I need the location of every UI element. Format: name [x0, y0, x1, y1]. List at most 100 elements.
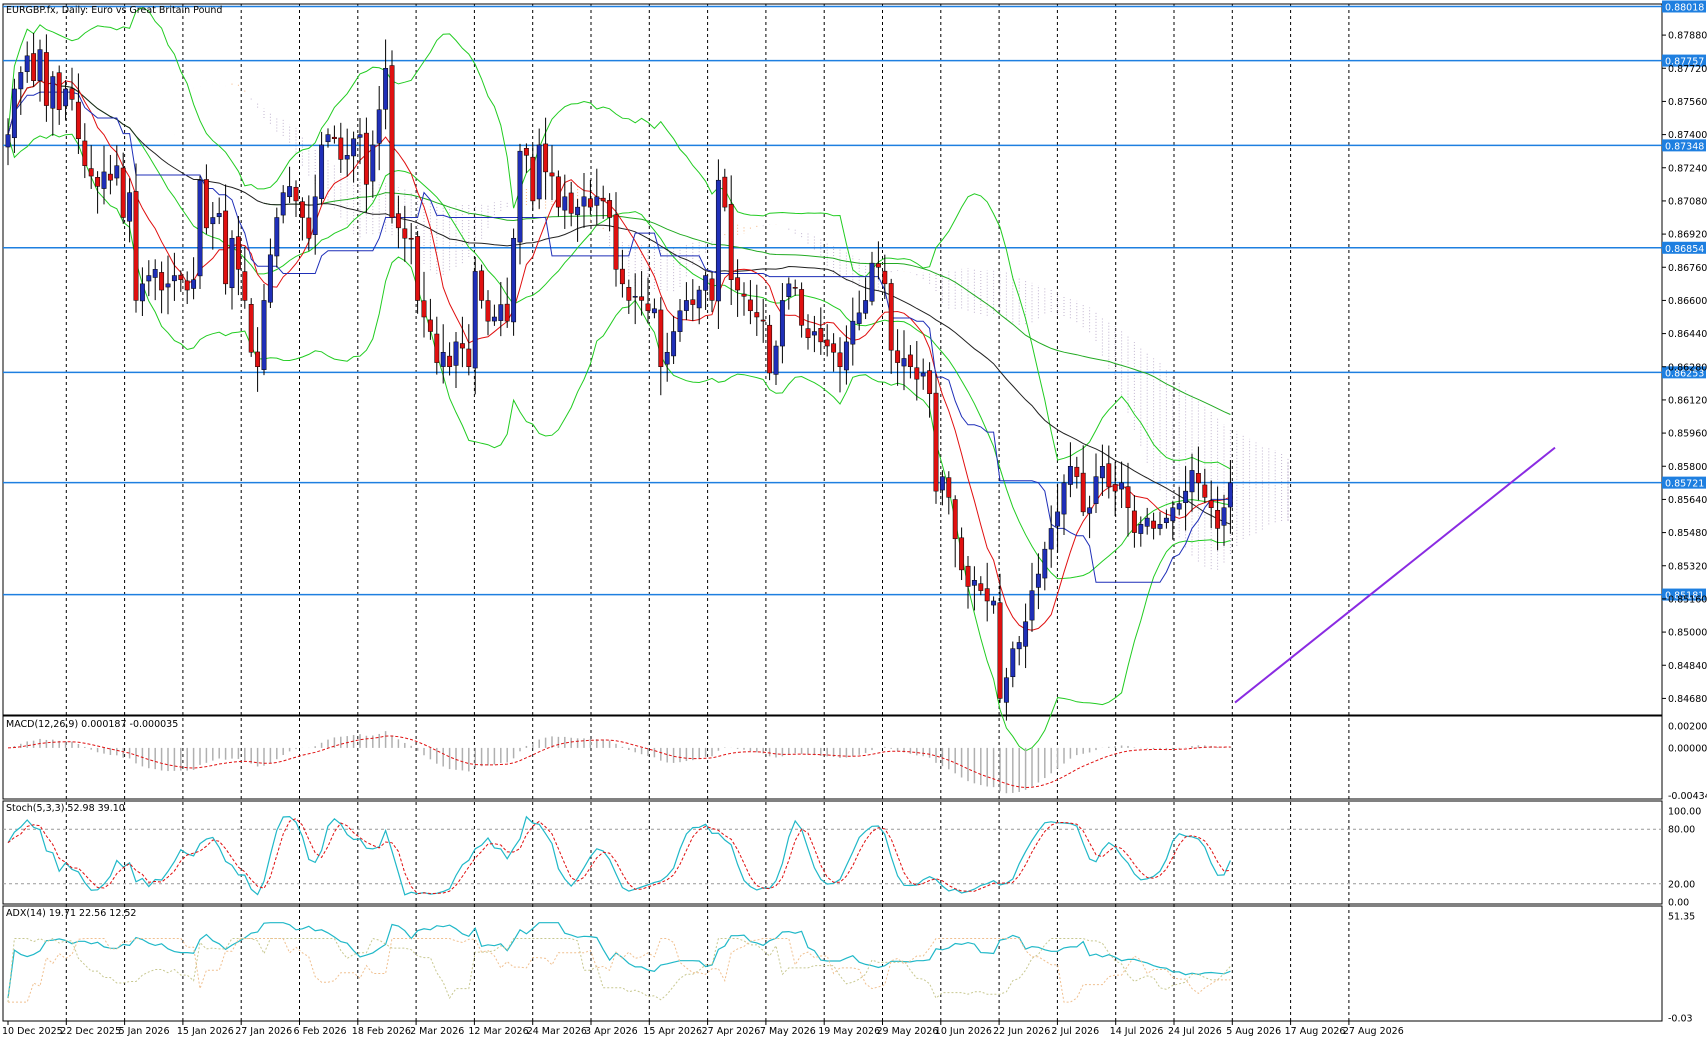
candle-body — [18, 72, 24, 90]
candle-body — [939, 476, 945, 491]
candle-body — [261, 300, 267, 370]
candle-body — [536, 144, 542, 200]
macd-axis-label: -0.004345 — [1668, 791, 1707, 802]
candle-body — [415, 236, 421, 301]
candle-body — [1163, 517, 1169, 523]
candle-body — [1048, 528, 1054, 550]
candle-body — [287, 186, 293, 198]
candle-body — [338, 137, 344, 160]
candle-body — [664, 351, 670, 365]
candle-body — [555, 176, 561, 208]
candle-body — [959, 537, 965, 571]
date-tick-label: 14 Jul 2026 — [1110, 1026, 1164, 1037]
price-tick-label: 0.85800 — [1668, 462, 1707, 473]
candle-body — [882, 270, 888, 285]
candle-body — [888, 283, 894, 351]
candle-body — [1138, 524, 1144, 534]
candle-body — [325, 134, 331, 143]
candle-body — [1151, 520, 1157, 529]
candle-body — [811, 331, 817, 336]
price-tick-label: 0.87720 — [1668, 64, 1707, 75]
date-tick-label: 27 Apr 2026 — [702, 1026, 761, 1037]
candle-body — [312, 196, 318, 235]
candle-body — [696, 289, 702, 309]
date-tick-label: 19 May 2026 — [818, 1026, 880, 1037]
candle-body — [523, 148, 529, 156]
candle-body — [242, 271, 248, 301]
candle-body — [818, 328, 824, 343]
adx-panel — [2, 905, 1663, 1022]
candle-body — [293, 186, 299, 202]
date-tick-label: 18 Feb 2026 — [352, 1026, 411, 1037]
candle-body — [1061, 482, 1067, 515]
date-tick-label: 3 Apr 2026 — [585, 1026, 638, 1037]
candle-body — [1215, 509, 1221, 529]
candle-body — [651, 308, 657, 314]
price-tick-label: 0.87880 — [1668, 31, 1707, 42]
candle-body — [306, 217, 312, 239]
candle-body — [1067, 466, 1073, 485]
candle-body — [1183, 490, 1189, 503]
candle-body — [965, 565, 971, 587]
date-tick-label: 7 May 2026 — [760, 1026, 816, 1037]
candle-body — [1029, 590, 1035, 621]
candle-body — [901, 358, 907, 367]
candle-body — [914, 367, 920, 380]
stoch-axis-label: 20.00 — [1668, 879, 1695, 890]
candle-body — [472, 271, 478, 369]
candle-body — [280, 192, 286, 216]
candle-body — [715, 179, 721, 302]
candle-body — [370, 144, 376, 182]
candle-body — [639, 296, 645, 301]
candle-body — [203, 179, 209, 229]
candle-body — [82, 140, 88, 166]
stoch-axis-label: 100.00 — [1668, 807, 1701, 818]
candle-body — [267, 254, 273, 303]
candle-body — [485, 300, 491, 322]
price-tick-label: 0.87560 — [1668, 97, 1707, 108]
candle-body — [139, 283, 145, 302]
candle-body — [530, 156, 536, 202]
candle-body — [1035, 573, 1041, 588]
candle-body — [754, 312, 760, 318]
candle-body — [607, 200, 613, 218]
level-tag-label: 0.86854 — [1665, 244, 1704, 255]
candle-body — [50, 76, 56, 109]
candle-body — [319, 144, 325, 199]
candle-body — [43, 52, 49, 106]
candle-body — [376, 109, 382, 144]
candle-body — [690, 299, 696, 305]
price-tick-label: 0.86600 — [1668, 296, 1707, 307]
price-tick-label: 0.87080 — [1668, 196, 1707, 207]
date-tick-label: 12 Mar 2026 — [468, 1026, 528, 1037]
candle-body — [453, 341, 459, 366]
candle-body — [933, 392, 939, 492]
candle-body — [146, 275, 152, 282]
price-tick-label: 0.85640 — [1668, 495, 1707, 506]
candle-body — [735, 277, 741, 291]
candle-body — [837, 352, 843, 368]
candle-body — [779, 300, 785, 347]
candle-body — [216, 213, 222, 218]
candle-body — [408, 237, 414, 240]
candle-body — [434, 333, 440, 363]
macd-axis-label: 0.000000 — [1668, 743, 1707, 754]
candle-body — [946, 477, 952, 498]
candle-body — [1010, 648, 1016, 678]
candle-body — [248, 304, 254, 353]
candle-body — [101, 171, 107, 189]
price-tick-label: 0.85480 — [1668, 528, 1707, 539]
candle-body — [1195, 473, 1201, 484]
candle-body — [562, 196, 568, 211]
candle-body — [543, 143, 549, 173]
date-tick-label: 29 May 2026 — [877, 1026, 939, 1037]
date-tick-label: 22 Dec 2025 — [60, 1026, 121, 1037]
candle-body — [69, 88, 75, 100]
candle-body — [178, 274, 184, 280]
candle-body — [466, 348, 472, 368]
candle-body — [1016, 642, 1022, 650]
candle-body — [741, 293, 747, 297]
candle-body — [1131, 510, 1137, 533]
candle-body — [792, 287, 798, 289]
price-tick-label: 0.85960 — [1668, 429, 1707, 440]
